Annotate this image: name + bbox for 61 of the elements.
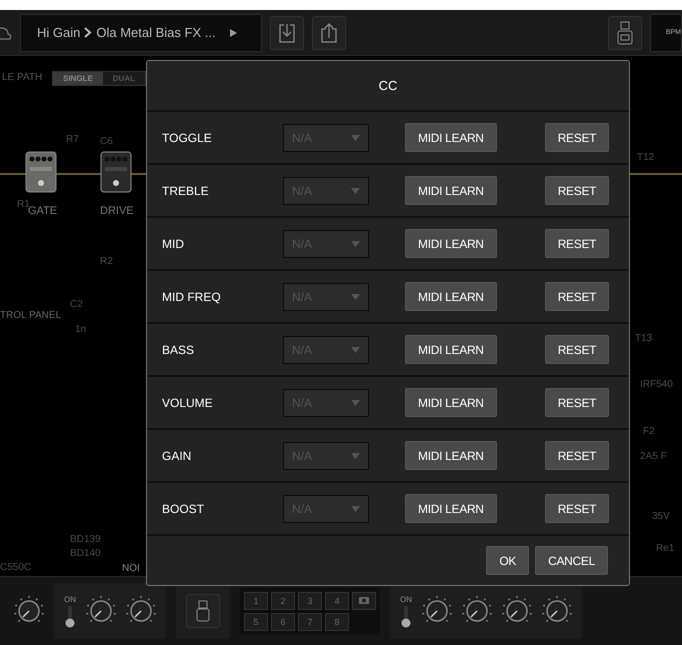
control-label: MID FREQ <box>162 290 222 304</box>
schematic-label: BD139 <box>70 534 101 545</box>
toggle-switch-icon[interactable] <box>401 606 411 628</box>
dropdown-caret-icon <box>351 188 360 194</box>
dropdown-caret-icon <box>351 506 360 512</box>
bank-name: Hi Gain <box>37 25 80 40</box>
dropdown-caret-icon <box>351 452 360 458</box>
chevron-right-icon <box>84 27 92 38</box>
control-label: BOOST <box>162 502 206 516</box>
tuner-icon <box>196 600 210 622</box>
schematic-label: F2 <box>643 426 655 437</box>
control-label: GAIN <box>162 448 192 462</box>
switch-label: ON <box>64 594 76 604</box>
schematic-label: R7 <box>66 134 79 145</box>
schematic-label: Re1 <box>656 543 674 554</box>
pedalboard-button[interactable] <box>608 16 642 50</box>
dropdown-caret-icon <box>351 346 360 352</box>
schematic-label: IRF540 <box>640 379 673 390</box>
ok-button[interactable]: OK <box>486 546 530 575</box>
upload-icon <box>320 22 338 44</box>
schematic-label: 1n <box>75 324 86 335</box>
dropdown-caret-icon <box>351 134 360 140</box>
control-label: TOGGLE <box>162 130 213 144</box>
schematic-label: T13 <box>635 333 652 344</box>
pedal-icon[interactable] <box>25 151 57 193</box>
schematic-label: R2 <box>100 256 113 267</box>
preset-name: Ola Metal Bias FX ... <box>96 25 216 40</box>
schematic-label: BD140 <box>70 548 101 559</box>
schematic-label: C2 <box>70 299 83 310</box>
switch-label: ON <box>400 594 412 604</box>
schematic-label: R1 <box>17 199 30 210</box>
section-label: TROL PANEL <box>0 310 62 321</box>
pedal-icon <box>617 20 633 44</box>
dropdown-caret-icon <box>351 294 360 300</box>
schematic-label: C6 <box>100 136 113 147</box>
dialog-title: CC <box>147 61 629 112</box>
control-label: TREBLE <box>162 184 210 198</box>
download-button[interactable] <box>270 16 304 50</box>
play-icon <box>230 28 237 36</box>
section-label: NOI <box>122 563 140 574</box>
control-label: VOLUME <box>162 396 214 410</box>
tuner-button[interactable] <box>186 594 220 628</box>
dropdown-caret-icon <box>351 400 360 406</box>
preset-selector[interactable]: Hi Gain Ola Metal Bias FX ... <box>20 14 262 52</box>
schematic-label: T12 <box>637 152 654 163</box>
control-label: MID <box>162 236 185 250</box>
camera-icon <box>359 596 369 604</box>
pedal-icon[interactable] <box>100 151 132 193</box>
schematic-label: C550C <box>0 562 32 573</box>
signal-path-label: LE PATH <box>2 72 42 83</box>
pedal-label: GATE <box>28 205 58 217</box>
dropdown-caret-icon <box>351 240 360 246</box>
upload-button[interactable] <box>312 16 346 50</box>
toggle-switch-icon[interactable] <box>65 606 75 628</box>
download-icon <box>278 22 296 44</box>
control-label: BASS <box>162 342 196 356</box>
pedal-label: DRIVE <box>100 205 134 217</box>
camera-button[interactable] <box>352 592 376 610</box>
cancel-button[interactable]: CANCEL <box>535 546 608 575</box>
schematic-label: 2A5 F <box>640 451 667 462</box>
schematic-label: 35V <box>652 511 670 522</box>
